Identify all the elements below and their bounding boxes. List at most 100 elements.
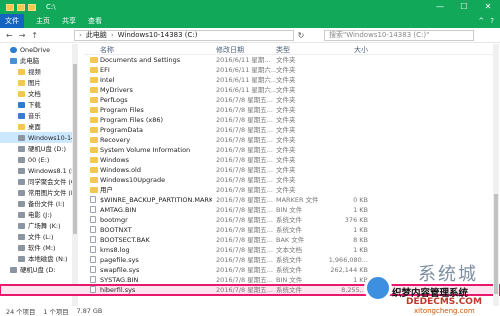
tab-view[interactable]: 查看 xyxy=(88,16,102,26)
expand-ribbon-button[interactable]: ^ xyxy=(478,17,484,25)
file-type: 文件夹 xyxy=(276,166,296,174)
file-type: BIN 文件 xyxy=(276,276,303,284)
help-button[interactable]: ? xyxy=(490,17,494,25)
column-name-header[interactable]: 名称 xyxy=(84,45,212,55)
file-date: 2016/7/8 星期五... xyxy=(216,136,273,144)
file-date: 2016/7/8 星期五... xyxy=(216,166,273,174)
file-row[interactable]: MyDrivers 2016/6/11 星期六... 文件夹 xyxy=(0,85,500,95)
file-row[interactable]: bootmgr 2016/7/8 星期五... 系统文件 376 KB xyxy=(0,215,500,225)
column-size-header[interactable]: 大小 xyxy=(326,45,368,55)
breadcrumb-this-pc[interactable]: 此电脑 xyxy=(86,30,107,40)
file-row[interactable]: kms8.log 2016/7/8 星期五... 文本文档 1 KB xyxy=(0,245,500,255)
file-name: EFI xyxy=(100,66,110,74)
file-row[interactable]: Recovery 2016/7/8 星期五... 文件夹 xyxy=(0,135,500,145)
file-date: 2016/7/8 星期五... xyxy=(216,206,273,214)
back-arrow-icon[interactable]: ← xyxy=(6,31,13,40)
file-type: 文件夹 xyxy=(276,136,296,144)
watermark-domain: DEDECMS.COM xyxy=(406,297,482,307)
column-type-header[interactable]: 类型 xyxy=(276,45,328,55)
globe-icon xyxy=(364,274,392,302)
file-date: 2016/7/8 星期五... xyxy=(216,96,273,104)
search-placeholder: 搜索"Windows10-14383 (C:)" xyxy=(329,31,430,39)
file-type: 文件夹 xyxy=(276,56,296,64)
file-name: BOOTNXT xyxy=(100,226,132,234)
file-name: Windows10Upgrade xyxy=(100,176,166,184)
file-size: 1 KB xyxy=(353,206,368,214)
file-row[interactable]: Intel 2016/6/11 星期六... 文件夹 xyxy=(0,75,500,85)
file-name: PerfLogs xyxy=(100,96,128,104)
selected-count: 1 个项目 xyxy=(43,307,69,316)
column-date-header[interactable]: 修改日期 xyxy=(216,45,276,55)
file-row[interactable]: $WINRE_BACKUP_PARTITION.MARKER 2016/7/8 星… xyxy=(0,195,500,205)
file-type: 文件夹 xyxy=(276,146,296,154)
title-bar: C:\ — ☐ ✕ xyxy=(0,0,500,14)
file-row[interactable]: BOOTSECT.BAK 2016/7/8 星期五... BAK 文件 8 KB xyxy=(0,235,500,245)
file-date: 2016/7/8 星期五... xyxy=(216,146,273,154)
forward-arrow-icon[interactable]: → xyxy=(19,31,26,40)
file-row[interactable]: Windows 2016/7/8 星期五... 文件夹 xyxy=(0,155,500,165)
chevron-right-icon: › xyxy=(79,31,82,39)
file-row[interactable]: ProgramData 2016/7/8 星期五... 文件夹 xyxy=(0,125,500,135)
file-row[interactable]: Program Files (x86) 2016/7/8 星期五... 文件夹 xyxy=(0,115,500,125)
file-row[interactable]: BOOTNXT 2016/7/8 星期五... 系统文件 1 KB xyxy=(0,225,500,235)
minimize-button[interactable]: — xyxy=(428,0,452,14)
watermark-logo: 系统城 织梦内容管理系统 DEDECMS.COM xitongcheng.com xyxy=(356,258,500,316)
file-date: 2016/7/8 星期五... xyxy=(216,286,273,294)
file-date: 2016/7/8 星期五... xyxy=(216,256,273,264)
folder-icon[interactable] xyxy=(6,3,14,11)
address-bar[interactable]: › 此电脑 › Windows10-14383 (C:) xyxy=(74,29,294,41)
file-row[interactable]: Program Files 2016/7/8 星期五... 文件夹 xyxy=(0,105,500,115)
file-name: kms8.log xyxy=(100,246,130,254)
tab-share[interactable]: 共享 xyxy=(62,16,76,26)
new-folder-icon[interactable] xyxy=(28,3,36,11)
file-row[interactable]: Windows10Upgrade 2016/7/8 星期五... 文件夹 xyxy=(0,175,500,185)
quick-access-toolbar xyxy=(0,3,36,11)
properties-icon[interactable] xyxy=(17,3,25,11)
file-date: 2016/7/8 星期五... xyxy=(216,216,273,224)
file-row[interactable]: AMTAG.BIN 2016/7/8 星期五... BIN 文件 1 KB xyxy=(0,205,500,215)
file-date: 2016/7/8 星期五... xyxy=(216,116,273,124)
file-type: 文件夹 xyxy=(276,106,296,114)
file-row[interactable]: System Volume Information 2016/7/8 星期五...… xyxy=(0,145,500,155)
file-date: 2016/7/8 星期五... xyxy=(216,266,273,274)
sidebar-item[interactable]: OneDrive xyxy=(0,44,77,55)
file-name: Program Files xyxy=(100,106,144,114)
file-row[interactable]: Windows.old 2016/7/8 星期五... 文件夹 xyxy=(0,165,500,175)
chevron-right-icon: › xyxy=(110,31,114,39)
file-name: Recovery xyxy=(100,136,131,144)
file-date: 2016/7/8 星期五... xyxy=(216,186,273,194)
file-name: BOOTSECT.BAK xyxy=(100,236,150,244)
file-size: 8 KB xyxy=(353,236,368,244)
file-date: 2016/7/8 星期五... xyxy=(216,126,273,134)
file-type: 文件夹 xyxy=(276,96,296,104)
maximize-button[interactable]: ☐ xyxy=(452,0,476,14)
file-date: 2016/6/11 星期六... xyxy=(216,76,276,84)
navigation-buttons: ← → ↑ xyxy=(0,31,74,40)
file-type: 文件夹 xyxy=(276,76,296,84)
file-name: hiberfil.sys xyxy=(100,286,136,294)
up-arrow-icon[interactable]: ↑ xyxy=(31,31,38,40)
tab-home[interactable]: 主页 xyxy=(36,16,50,26)
tab-file[interactable]: 文件 xyxy=(0,14,24,28)
file-row[interactable]: EFI 2016/6/11 星期六... 文件夹 xyxy=(0,65,500,75)
file-type: 系统文件 xyxy=(276,266,302,274)
watermark-domain-secondary: xitongcheng.com xyxy=(414,307,475,315)
file-name: MyDrivers xyxy=(100,86,133,94)
file-name: Program Files (x86) xyxy=(100,116,164,124)
file-type: 文件夹 xyxy=(276,86,296,94)
item-count: 24 个项目 xyxy=(6,307,36,316)
file-row[interactable]: 用户 2016/7/8 星期五... 文件夹 xyxy=(0,185,500,195)
file-name: ProgramData xyxy=(100,126,143,134)
file-type: MARKER 文件 xyxy=(276,196,319,204)
file-row[interactable]: PerfLogs 2016/7/8 星期五... 文件夹 xyxy=(0,95,500,105)
file-name: AMTAG.BIN xyxy=(100,206,137,214)
cloud-icon xyxy=(10,46,17,53)
file-row[interactable]: Documents and Settings 2016/6/11 星期... 文件夹 xyxy=(0,55,500,65)
close-button[interactable]: ✕ xyxy=(476,0,500,14)
search-input[interactable]: 搜索"Windows10-14383 (C:)" xyxy=(324,29,474,41)
file-date: 2016/7/8 星期五... xyxy=(216,196,273,204)
breadcrumb-drive[interactable]: Windows10-14383 (C:) xyxy=(118,31,198,39)
file-name: swapfile.sys xyxy=(100,266,140,274)
refresh-icon[interactable]: ↻ xyxy=(294,31,308,40)
file-size: 376 KB xyxy=(344,216,368,224)
